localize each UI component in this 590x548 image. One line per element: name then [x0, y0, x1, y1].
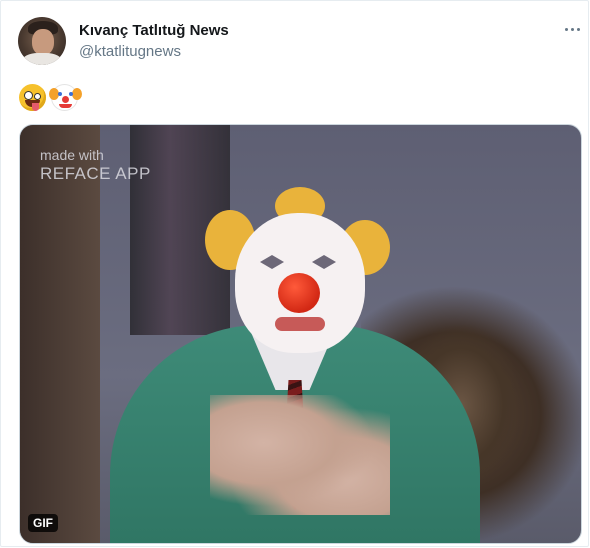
tweet-card[interactable]: Kıvanç Tatlıtuğ News @ktatlitugnews made…: [0, 0, 589, 547]
clown-red-nose: [278, 273, 320, 313]
hands: [210, 395, 390, 515]
avatar-face: [32, 29, 54, 55]
more-dot: [570, 27, 574, 31]
reface-watermark: made with REFACE APP: [40, 147, 151, 184]
author-display-name[interactable]: Kıvanç Tatlıtuğ News: [79, 22, 229, 39]
avatar-shirt: [22, 53, 62, 65]
more-dot: [576, 27, 580, 31]
tweet-text: [19, 84, 82, 111]
watermark-made-with: made with: [40, 147, 104, 163]
zany-face-icon: [19, 84, 46, 111]
more-dot: [564, 27, 568, 31]
avatar[interactable]: [18, 17, 66, 65]
watermark-app-name: REFACE APP: [40, 163, 151, 183]
clown-mouth: [275, 317, 325, 331]
clown-face-icon: [49, 84, 82, 111]
more-options-icon[interactable]: [557, 19, 587, 39]
tweet-gif-media[interactable]: made with REFACE APP GIF: [19, 124, 582, 544]
author-handle[interactable]: @ktatlitugnews: [79, 43, 181, 60]
background-wall: [20, 125, 100, 543]
gif-badge: GIF: [28, 514, 58, 532]
